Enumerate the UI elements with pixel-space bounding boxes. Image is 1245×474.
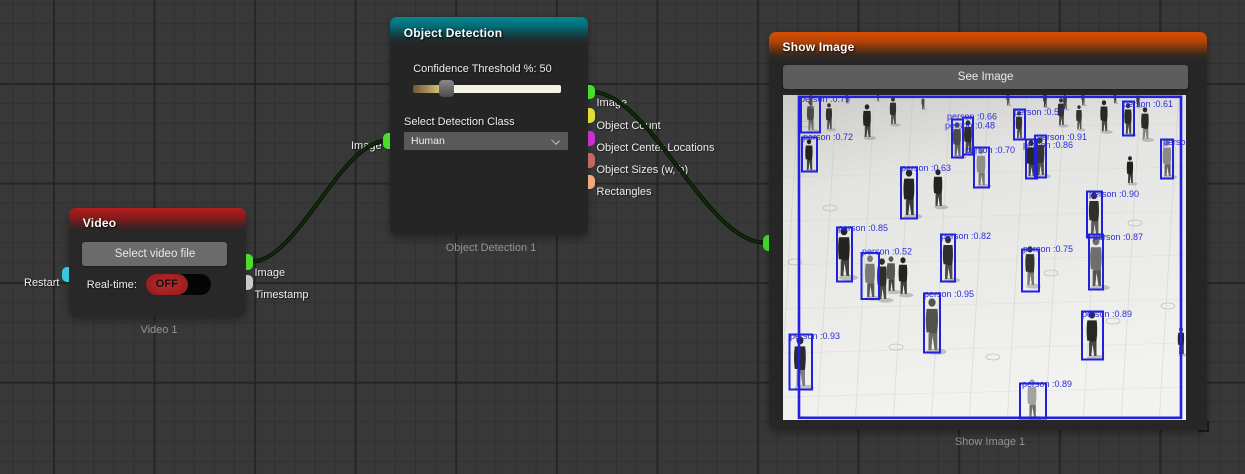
svg-text:person :0.52: person :0.52: [862, 247, 912, 257]
svg-text:person :0.48: person :0.48: [945, 121, 995, 131]
svg-text:person :0.61: person :0.61: [1123, 99, 1173, 109]
svg-text:person :0.82: person :0.82: [941, 231, 991, 241]
svg-text:person :0.85: person :0.85: [838, 223, 888, 233]
svg-text:person :0.89: person :0.89: [1022, 379, 1072, 389]
svg-text:person :0.90: person :0.90: [1089, 189, 1139, 199]
svg-text:person: person: [1163, 137, 1186, 147]
svg-text:person :0.87: person :0.87: [1093, 232, 1143, 242]
svg-text:person :0.63: person :0.63: [901, 163, 951, 173]
svg-text:person :0.70: person :0.70: [965, 145, 1015, 155]
svg-text:person :0.89: person :0.89: [1082, 309, 1132, 319]
svg-text:person :0.93: person :0.93: [790, 331, 840, 341]
svg-text:person :0.57: person :0.57: [1014, 107, 1064, 117]
svg-text:person :0.75: person :0.75: [1023, 244, 1073, 254]
svg-text:person :0.72: person :0.72: [803, 132, 853, 142]
svg-text:person :0.75: person :0.75: [800, 95, 850, 104]
svg-text:person :0.86: person :0.86: [1023, 140, 1073, 150]
svg-text:person :0.95: person :0.95: [924, 289, 974, 299]
